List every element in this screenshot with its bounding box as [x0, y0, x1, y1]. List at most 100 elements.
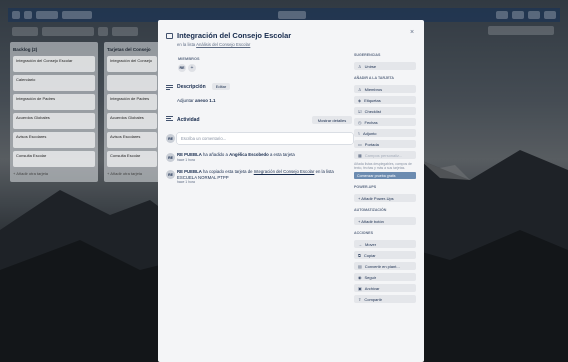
paperclip-icon: ⌇	[358, 130, 360, 136]
cover-icon: ▭	[358, 141, 362, 147]
join-label: Unirse	[364, 63, 377, 69]
list-card[interactable]: Integración de Padres	[107, 94, 157, 110]
list-card[interactable]: Integración del Consejo Escolar	[13, 56, 95, 72]
notification-icon[interactable]	[528, 11, 540, 19]
archive-button[interactable]: ▣ Archivar	[354, 284, 416, 293]
activity-icon	[166, 116, 173, 123]
list-column[interactable]: Tarjetas del Consejo Integración del Con…	[104, 42, 160, 182]
join-button[interactable]: ♙ Unirse	[354, 62, 416, 70]
star-icon[interactable]	[98, 26, 108, 36]
button-label: Etiquetas	[364, 97, 381, 103]
activity-entry: RE PUEBLA ha copiado esta tarjeta de Int…	[177, 169, 353, 186]
add-member-button[interactable]: +	[188, 64, 196, 72]
archive-icon: ▣	[358, 285, 362, 291]
button-label: Adjunto	[362, 130, 377, 136]
add-button-button[interactable]: + Añadir botón	[354, 217, 416, 226]
apps-icon[interactable]	[12, 11, 20, 19]
avatar[interactable]: RE	[166, 153, 175, 162]
list-card[interactable]: Acuerdos Globales	[107, 113, 157, 129]
info-icon[interactable]	[512, 11, 524, 19]
list-title[interactable]: Backlog (2)	[13, 45, 95, 53]
activity-user[interactable]: RE PUEBLA	[177, 152, 202, 157]
activity-entry: RE PUEBLA ha añadido a Angélica Escobedo…	[177, 152, 353, 163]
copy-icon: ⧉	[358, 252, 361, 258]
custom-fields-hint: Añada listas desplegables, campos de tex…	[354, 162, 412, 171]
boards-button[interactable]	[36, 11, 58, 19]
add-card-button[interactable]: + Añadir otra tarjeta	[13, 171, 95, 179]
button-label: Compartir	[364, 296, 382, 302]
description-icon	[166, 85, 173, 90]
list-card[interactable]: Avisos Escolares	[13, 132, 95, 148]
card-detail-modal: × Integración del Consejo Escolar en la …	[158, 20, 424, 362]
members-label: MIEMBROS	[178, 57, 200, 61]
person-icon: ♙	[358, 86, 362, 92]
cover-button[interactable]: ▭ Portada	[354, 140, 416, 148]
watch-button[interactable]: ◉ Seguir	[354, 273, 416, 282]
move-button[interactable]: → Mover	[354, 240, 416, 249]
list-card[interactable]: Acuerdos Globales	[13, 113, 95, 129]
board-menu-button[interactable]	[12, 26, 38, 36]
search-input[interactable]	[62, 11, 92, 19]
add-powerups-button[interactable]: + Añadir Power-Ups	[354, 194, 416, 203]
description-heading: Descripción	[177, 84, 206, 90]
activity-target[interactable]: Angélica Escobedo	[229, 152, 269, 157]
home-icon[interactable]	[24, 11, 32, 19]
button-label: Seguir	[364, 274, 377, 280]
show-menu-button[interactable]	[488, 26, 554, 35]
start-trial-link[interactable]: Comenzar prueba gratis	[354, 172, 416, 180]
button-label: Convertir en plant...	[364, 263, 400, 269]
activity-time[interactable]: hace 1 hora	[177, 180, 353, 186]
make-template-button[interactable]: ▤ Convertir en plant...	[354, 262, 416, 271]
list-card[interactable]	[107, 75, 157, 91]
team-button[interactable]	[112, 26, 138, 36]
labels-button[interactable]: ◈ Etiquetas	[354, 96, 416, 104]
list-card[interactable]: Consulta Escolar	[13, 151, 95, 167]
card-title[interactable]: Integración del Consejo Escolar	[177, 31, 291, 40]
member-avatar[interactable]: RE	[178, 64, 186, 72]
button-label: Campos personaliz...	[364, 152, 403, 158]
checklist-button[interactable]: ☑ Checklist	[354, 107, 416, 115]
eye-icon: ◉	[358, 274, 362, 280]
clock-icon: ◷	[358, 119, 362, 125]
list-title[interactable]: Tarjetas del Consejo	[107, 45, 157, 53]
list-column[interactable]: Backlog (2) Integración del Consejo Esco…	[10, 42, 98, 182]
list-card[interactable]: Calendario	[13, 75, 95, 91]
show-details-button[interactable]: Mostrar detalles	[312, 116, 352, 124]
add-card-button[interactable]: + Añadir otra tarjeta	[107, 171, 157, 179]
list-link[interactable]: Análisis del Consejo Escolar	[196, 42, 250, 47]
copy-button[interactable]: ⧉ Copiar	[354, 251, 416, 260]
list-card[interactable]: Integración del Consejo	[107, 56, 157, 72]
card-list-info: en la lista Análisis del Consejo Escolar	[177, 42, 250, 47]
add-icon[interactable]	[496, 11, 508, 19]
avatar[interactable]	[544, 11, 556, 19]
dates-button[interactable]: ◷ Fechas	[354, 118, 416, 126]
description-text[interactable]: Adjuntar anexo 1.1	[177, 98, 216, 103]
attachment-button[interactable]: ⌇ Adjunto	[354, 129, 416, 137]
description-value: anexo 1.1	[195, 98, 216, 103]
in-list-prefix: en la lista	[177, 42, 196, 47]
add-to-card-label: AÑADIR A LA TARJETA	[354, 76, 394, 80]
members-button[interactable]: ♙ Miembros	[354, 85, 416, 93]
share-icon: ⇪	[358, 296, 362, 302]
button-label: Miembros	[364, 86, 383, 92]
activity-user[interactable]: RE PUEBLA	[177, 169, 202, 174]
custom-fields-button[interactable]: ▦ Campos personaliz...	[354, 151, 416, 159]
avatar[interactable]: RE	[166, 170, 175, 179]
list-card[interactable]: Consulta Escolar	[107, 151, 157, 167]
list-card[interactable]: Integración de Padres	[13, 94, 95, 110]
activity-time[interactable]: hace 1 hora	[177, 158, 353, 164]
card-sidebar: SUGERENCIAS ♙ Unirse AÑADIR A LA TARJETA …	[354, 50, 416, 304]
edit-description-button[interactable]: Editar	[212, 83, 230, 90]
arrow-icon: →	[358, 241, 362, 247]
board-title[interactable]	[42, 26, 94, 36]
comment-input[interactable]: Escriba un comentario...	[177, 133, 353, 144]
list-card[interactable]: Avisos Escolares	[107, 132, 157, 148]
checklist-icon: ☑	[358, 108, 362, 114]
button-label: Mover	[365, 241, 377, 247]
activity-target[interactable]: Integración del Consejo Escolar	[254, 169, 315, 174]
close-icon[interactable]: ×	[410, 29, 414, 36]
automation-label: AUTOMATIZACIÓN	[354, 208, 387, 213]
avatar[interactable]: RE	[166, 134, 175, 143]
trello-logo[interactable]	[278, 11, 306, 19]
share-button[interactable]: ⇪ Compartir	[354, 295, 416, 304]
